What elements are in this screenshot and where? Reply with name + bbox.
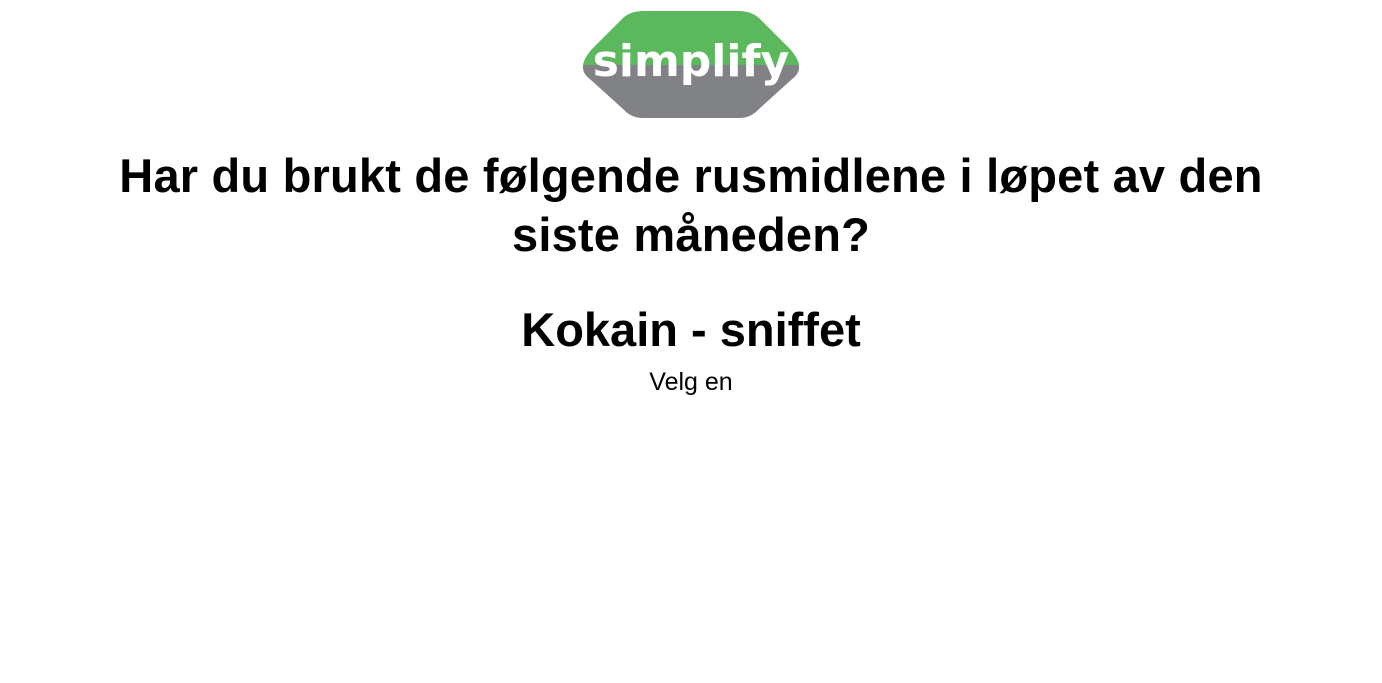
logo-text: simplify xyxy=(593,36,790,87)
substance-title: Kokain - sniffet xyxy=(521,303,861,356)
question-heading: Har du brukt de følgende rusmidlene i lø… xyxy=(119,149,1263,261)
survey-page: simplify Har du brukt de følgende rusmid… xyxy=(0,0,1382,683)
choose-one-prompt[interactable]: Velg en xyxy=(0,366,1382,398)
simplify-logo: simplify xyxy=(583,10,799,119)
